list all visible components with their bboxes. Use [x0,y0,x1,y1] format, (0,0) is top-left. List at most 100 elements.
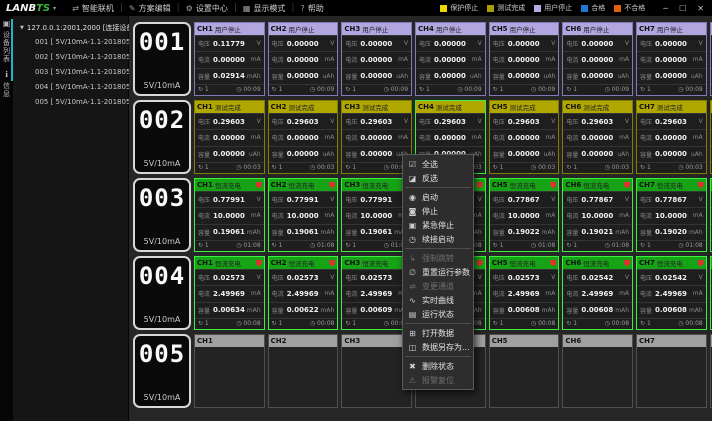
ctx-delete-status[interactable]: ✖删除状态 [403,359,473,373]
channel-card[interactable]: CH3用户停止电压0.00000V电流0.00000mA容量0.00000uAh… [341,22,412,96]
maximize-button[interactable]: ☐ [679,4,686,13]
channel-card[interactable]: CH1恒流充电电压0.77991V电流10.0000mA容量0.19061mAh… [194,178,265,252]
device-tile[interactable]: 0035V/10mA [133,178,191,252]
channel-capacity-row: 容量0.19061mAh [195,224,264,240]
channel-voltage-unit: V [328,118,334,125]
close-button[interactable]: ✕ [697,4,704,13]
tree-device-node[interactable]: 003 [ 5V/10mA-1.1-20180501003 ] [13,65,128,80]
channel-capacity-value: 0.00000 [581,150,613,158]
menu-plan-edit[interactable]: ✎方案编辑 [123,3,177,14]
delete-status-icon: ✖ [408,362,417,371]
tree-expander-icon[interactable]: ▼ [20,25,24,31]
channel-card-header: CH7 [637,335,706,347]
channel-card[interactable]: CH5恒流充电电压0.02573V电流2.49969mA容量0.00608mAh… [489,256,560,330]
channel-name: CH3 [344,181,360,189]
channel-current-value: 0.00000 [287,56,319,64]
channel-card[interactable]: CH7测试完成电压0.29603V电流0.00000mA容量0.00000uAh… [636,100,707,174]
legend-user-stop: 用户停止 [534,3,572,13]
ctx-item-label: 强制跳转 [422,253,454,264]
channel-current-unit: mA [470,134,482,141]
ctx-reset-run-params[interactable]: ∅重置运行参数 [403,265,473,279]
ctx-item-label: 重置运行参数 [422,267,470,278]
logo-caret-icon[interactable]: ▾ [53,5,56,12]
channel-current-unit: mA [617,212,629,219]
channel-capacity-unit: mAh [245,229,261,236]
channel-card[interactable]: CH2测试完成电压0.29603V电流0.00000mA容量0.00000uAh… [268,100,339,174]
channel-card[interactable]: CH6用户停止电压0.00000V电流0.00000mA容量0.00000uAh… [562,22,633,96]
channel-card[interactable]: CH2 [268,334,339,408]
ctx-save-data-as[interactable]: ◫数据另存为... [403,340,473,354]
channel-current-row: 电流10.0000mA [490,207,559,223]
channel-card[interactable]: CH2恒流充电电压0.77991V电流10.0000mA容量0.19061mAh… [268,178,339,252]
menu-link[interactable]: ⇄智能联机 [66,3,120,14]
ctx-select-all[interactable]: ☑全选 [403,157,473,171]
channel-card[interactable]: CH5测试完成电压0.29603V电流0.00000mA容量0.00000uAh… [489,100,560,174]
tree-device-node[interactable]: 005 [ 5V/10mA-1.1-20180501005 ] [13,95,128,110]
tree-device-node[interactable]: 001 [ 5V/10mA-1.1-20180501001 ] [13,35,128,50]
channel-card-footer: ↻ 1◷ 01:08 [195,240,264,251]
ctx-resume-start[interactable]: ◷续接启动 [403,232,473,246]
sidebar-tab-info[interactable]: ℹ信息 [2,70,12,98]
channel-current-value: 0.00000 [508,134,540,142]
channel-card[interactable]: CH6恒流充电电压0.77867V电流10.0000mA容量0.19021mAh… [562,178,633,252]
app-logo[interactable]: LANBTS ▾ [6,3,56,14]
channel-capacity-row: 容量0.00608mAh [490,302,559,318]
minimize-button[interactable]: ─ [663,4,668,13]
device-tile[interactable]: 0025V/10mA [133,100,191,174]
device-tile[interactable]: 0045V/10mA [133,256,191,330]
channel-card[interactable]: CH2用户停止电压0.00000V电流0.00000mA容量0.00000uAh… [268,22,339,96]
channel-card[interactable]: CH6测试完成电压0.29603V电流0.00000mA容量0.00000uAh… [562,100,633,174]
channel-card-footer: ↻ 1◷ 01:08 [637,240,706,251]
channel-capacity-row: 容量0.00608mAh [563,302,632,318]
channel-voltage-row: 电压0.02573V [269,269,338,285]
channel-card[interactable]: CH1恒流充电电压0.02573V电流2.49969mA容量0.00634mAh… [194,256,265,330]
channel-card[interactable]: CH7恒流充电电压0.77867V电流10.0000mA容量0.19020mAh… [636,178,707,252]
tree-device-node[interactable]: 002 [ 5V/10mA-1.1-20180501002 ] [13,50,128,65]
channel-card[interactable]: CH6恒流充电电压0.02542V电流2.49969mA容量0.00608mAh… [562,256,633,330]
channel-name: CH6 [565,337,581,345]
ctx-invert-selection[interactable]: ◪反选 [403,171,473,185]
ctx-open-data[interactable]: ⊞打开数据 [403,326,473,340]
device-tile[interactable]: 0015V/10mA [133,22,191,96]
channel-name: CH1 [197,181,213,189]
channel-card[interactable]: CH7用户停止电压0.00000V电流0.00000mA容量0.00000uAh… [636,22,707,96]
channel-capacity-label: 容量 [419,72,431,81]
channel-card-header: CH4测试完成 [416,101,485,113]
sidebar-tab-device-list[interactable]: ▣设备列表 [2,19,12,63]
channel-card[interactable]: CH5恒流充电电压0.77867V电流10.0000mA容量0.19022mAh… [489,178,560,252]
channel-capacity-value: 0.00000 [655,150,687,158]
channel-card[interactable]: CH6 [562,334,633,408]
tree-root-node[interactable]: ▼ 127.0.0.1:2001,2000 [连接设备5 台] [13,21,128,35]
channel-card-header: CH2恒流充电 [269,179,338,191]
channel-card[interactable]: CH1测试完成电压0.29603V电流0.00000mA容量0.00000uAh… [194,100,265,174]
ctx-run-status[interactable]: ▤运行状态 [403,307,473,321]
channel-card[interactable]: CH2恒流充电电压0.02573V电流2.49969mA容量0.00622mAh… [268,256,339,330]
channel-card[interactable]: CH4用户停止电压0.00000V电流0.00000mA容量0.00000uAh… [415,22,486,96]
device-tile[interactable]: 0055V/10mA [133,334,191,408]
channel-card[interactable]: CH1用户停止电压0.11779V电流0.00000mA容量0.02914mAh… [194,22,265,96]
channel-current-label: 电流 [419,55,431,64]
ctx-emergency-stop[interactable]: ▣紧急停止 [403,218,473,232]
channel-capacity-label: 容量 [272,228,284,237]
tree-device-node[interactable]: 004 [ 5V/10mA-1.1-20180501004 ] [13,80,128,95]
channel-card[interactable]: CH5用户停止电压0.00000V电流0.00000mA容量0.00000uAh… [489,22,560,96]
channel-status: 恒流充电 [362,180,388,190]
channel-card[interactable]: CH7恒流充电电压0.02542V电流2.49969mA容量0.00608mAh… [636,256,707,330]
ctx-realtime-curve[interactable]: ∿实时曲线 [403,293,473,307]
channel-card[interactable]: CH5 [489,334,560,408]
channel-card[interactable]: CH1 [194,334,265,408]
legend-label: 用户停止 [544,3,572,13]
menu-help[interactable]: ?帮助 [294,3,329,14]
channel-voltage-unit: V [623,274,629,281]
legend-label: 保护停止 [450,3,478,13]
menu-display-mode[interactable]: ▦显示模式 [237,3,292,14]
channel-card-footer: ↻ 1◷ 00:09 [416,84,485,95]
channel-capacity-row: 容量0.00000uAh [269,146,338,162]
channel-card-footer: ↻ 1◷ 00:08 [269,318,338,329]
ctx-item-label: 报警复位 [422,375,454,386]
ctx-stop[interactable]: ◙停止 [403,204,473,218]
menu-settings[interactable]: ⚙设置中心 [180,3,234,14]
ctx-start[interactable]: ◉启动 [403,190,473,204]
channel-card[interactable]: CH7 [636,334,707,408]
channel-capacity-unit: uAh [542,73,556,80]
